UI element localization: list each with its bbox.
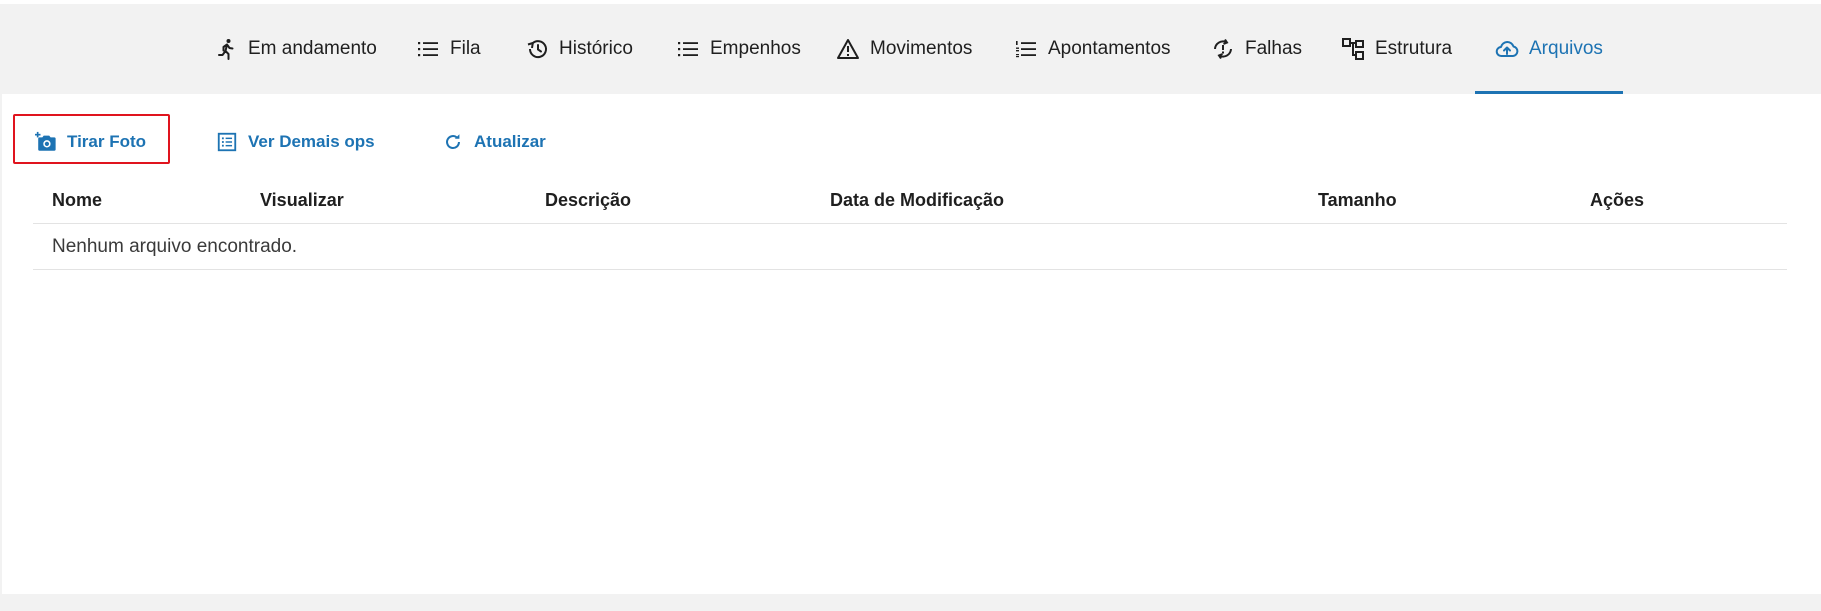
list-icon <box>418 42 438 57</box>
refresh-label: Atualizar <box>474 132 546 151</box>
tab-label: Empenhos <box>710 38 801 59</box>
account-tree-icon <box>1342 38 1364 60</box>
refresh-icon <box>446 134 460 149</box>
running-person-icon <box>218 39 234 60</box>
tab-apontamentos[interactable]: Apontamentos <box>1014 4 1171 94</box>
view-other-ops-button[interactable]: Ver Demais ops <box>216 124 375 160</box>
files-panel: Tirar Foto Ver Demais ops Atualizar Nome… <box>2 94 1821 594</box>
list-icon <box>678 42 698 57</box>
tab-movimentos[interactable]: Movimentos <box>836 4 972 94</box>
tab-arquivos[interactable]: Arquivos <box>1475 4 1623 94</box>
history-icon <box>527 40 547 59</box>
tab-label: Histórico <box>559 38 633 59</box>
column-header: Data de Modificação <box>830 190 1005 210</box>
cloud-upload-icon <box>1495 41 1519 57</box>
tab-label: Em andamento <box>248 38 377 59</box>
tab-label: Apontamentos <box>1048 38 1171 59</box>
tab-label: Fila <box>450 38 481 59</box>
tab-falhas[interactable]: Falhas <box>1211 4 1302 94</box>
column-header: Nome <box>52 190 103 210</box>
tab-estrutura[interactable]: Estrutura <box>1341 4 1452 94</box>
tab-bar: Em andamento Fila Histórico Empenhos Mov… <box>0 4 1821 94</box>
tab-label: Falhas <box>1245 38 1303 59</box>
tab-fila[interactable]: Fila <box>416 4 481 94</box>
take-photo-label: Tirar Foto <box>67 132 147 151</box>
tab-empenhos[interactable]: Empenhos <box>676 4 801 94</box>
numbered-list-icon <box>1016 41 1036 58</box>
bottom-strip <box>0 594 1821 611</box>
tab-label: Arquivos <box>1529 38 1603 59</box>
column-header: Tamanho <box>1318 190 1397 210</box>
add-photo-icon <box>35 131 56 151</box>
tab-em-andamento[interactable]: Em andamento <box>214 4 377 94</box>
list-alt-icon <box>217 132 237 152</box>
column-header: Descrição <box>545 190 632 210</box>
header-divider <box>33 223 1787 224</box>
refresh-button[interactable]: Atualizar <box>442 124 546 160</box>
tab-label: Movimentos <box>870 38 973 59</box>
tab-label: Estrutura <box>1375 38 1453 59</box>
view-other-ops-label: Ver Demais ops <box>248 132 375 151</box>
column-header: Visualizar <box>260 190 344 210</box>
row-divider <box>33 269 1787 270</box>
sync-problem-icon <box>1214 38 1232 60</box>
empty-message: Nenhum arquivo encontrado. <box>52 236 298 257</box>
warning-triangle-icon <box>837 39 859 59</box>
tab-historico[interactable]: Histórico <box>525 4 633 94</box>
take-photo-button[interactable]: Tirar Foto <box>35 124 146 160</box>
column-header: Ações <box>1590 190 1645 210</box>
